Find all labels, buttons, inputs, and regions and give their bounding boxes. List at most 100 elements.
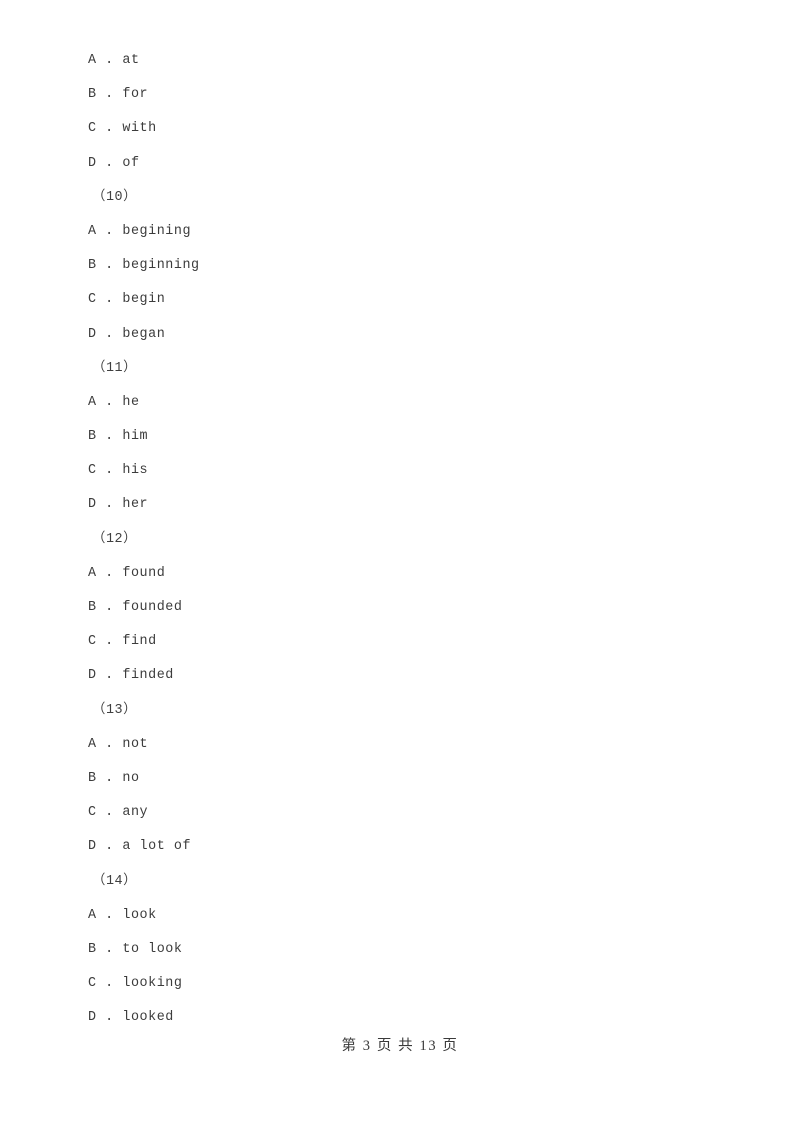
option-letter: B <box>88 600 97 615</box>
option-row[interactable]: D . of <box>88 147 688 181</box>
option-letter: D <box>88 1010 97 1026</box>
option-text: at <box>122 53 140 68</box>
option-row[interactable]: B . beginning <box>88 249 688 283</box>
option-row[interactable]: B . him <box>88 420 688 454</box>
option-row[interactable]: B . to look <box>88 933 688 967</box>
option-row[interactable]: C . with <box>88 112 688 146</box>
option-row[interactable]: B . for <box>88 78 688 112</box>
option-text: no <box>122 770 140 786</box>
option-text: for <box>122 87 149 103</box>
option-text: a lot of <box>122 839 192 855</box>
question-number: （10） <box>92 189 138 205</box>
option-row[interactable]: D . her <box>88 488 688 522</box>
option-letter: C <box>88 292 97 308</box>
option-letter: A <box>88 394 97 410</box>
option-letter: C <box>88 121 97 137</box>
option-separator: . <box>96 223 123 239</box>
option-separator: . <box>96 770 123 786</box>
option-text: with <box>122 121 157 137</box>
option-text: looking <box>122 976 183 992</box>
option-separator: . <box>96 87 123 103</box>
option-text: him <box>122 429 149 445</box>
option-letter: C <box>88 805 97 821</box>
option-letter: A <box>88 565 97 581</box>
option-row[interactable]: D . looked <box>88 1001 688 1035</box>
option-letter: B <box>88 429 97 445</box>
option-letter: C <box>88 976 97 992</box>
option-letter: A <box>88 53 97 68</box>
option-text: to look <box>122 941 183 957</box>
option-text: founded <box>122 600 183 615</box>
option-text: not <box>122 736 149 752</box>
option-letter: D <box>88 839 97 855</box>
option-row[interactable]: D . finded <box>88 659 688 693</box>
option-row[interactable]: A . found <box>88 557 688 591</box>
option-text: he <box>122 394 140 410</box>
option-separator: . <box>96 463 123 479</box>
option-separator: . <box>96 634 123 650</box>
option-text: looked <box>122 1010 174 1026</box>
question-options-list: A . at B . for C . with D . of （10） A . begin… <box>88 44 688 1035</box>
option-separator: . <box>96 292 123 308</box>
option-letter: A <box>88 907 97 923</box>
option-row[interactable]: A . not <box>88 728 688 762</box>
option-letter: C <box>88 634 97 650</box>
option-separator: . <box>96 600 123 615</box>
option-separator: . <box>96 429 123 445</box>
option-row[interactable]: D . a lot of <box>88 830 688 864</box>
page-number-text: 第 3 页 共 13 页 <box>341 1038 459 1054</box>
option-letter: B <box>88 770 97 786</box>
option-text: find <box>122 634 157 650</box>
option-separator: . <box>96 565 123 581</box>
question-number: （13） <box>92 702 138 718</box>
option-row[interactable]: A . he <box>88 386 688 420</box>
option-separator: . <box>96 941 123 957</box>
option-separator: . <box>96 1010 123 1026</box>
option-separator: . <box>96 326 123 342</box>
option-text: beginning <box>122 258 200 274</box>
option-row[interactable]: C . any <box>88 796 688 830</box>
option-row[interactable]: C . begin <box>88 283 688 317</box>
page-footer: 第 3 页 共 13 页 <box>0 1034 800 1055</box>
option-text: begining <box>122 223 192 239</box>
question-number: （12） <box>92 531 138 547</box>
option-row[interactable]: C . looking <box>88 967 688 1001</box>
option-separator: . <box>96 907 123 923</box>
option-letter: A <box>88 223 97 239</box>
option-letter: A <box>88 736 97 752</box>
option-text: begin <box>122 292 166 308</box>
option-separator: . <box>96 394 123 410</box>
option-row[interactable]: B . no <box>88 762 688 796</box>
option-row[interactable]: A . begining <box>88 215 688 249</box>
option-letter: D <box>88 668 97 684</box>
option-row[interactable]: C . his <box>88 454 688 488</box>
option-text: began <box>122 326 166 342</box>
option-letter: D <box>88 497 97 513</box>
option-text: finded <box>122 668 174 684</box>
option-letter: B <box>88 941 97 957</box>
option-separator: . <box>96 976 123 992</box>
option-separator: . <box>96 805 123 821</box>
option-separator: . <box>96 121 123 137</box>
option-separator: . <box>96 736 123 752</box>
option-row[interactable]: B . founded <box>88 591 688 625</box>
option-text: found <box>122 565 166 581</box>
option-text: his <box>122 463 149 479</box>
option-letter: D <box>88 155 97 171</box>
option-separator: . <box>96 155 123 171</box>
option-letter: B <box>88 87 97 103</box>
option-row[interactable]: D . began <box>88 318 688 352</box>
option-separator: . <box>96 258 123 274</box>
option-separator: . <box>96 839 123 855</box>
option-separator: . <box>96 668 123 684</box>
option-separator: . <box>96 497 123 513</box>
document-page: A . at B . for C . with D . of （10） A . begin… <box>0 0 800 1132</box>
question-number: （14） <box>92 873 138 889</box>
option-row[interactable]: A . look <box>88 899 688 933</box>
option-row[interactable]: A . at <box>88 44 688 78</box>
question-number: （11） <box>92 360 138 376</box>
option-text: of <box>122 155 140 171</box>
option-text: any <box>122 805 149 821</box>
option-row[interactable]: C . find <box>88 625 688 659</box>
option-letter: D <box>88 326 97 342</box>
